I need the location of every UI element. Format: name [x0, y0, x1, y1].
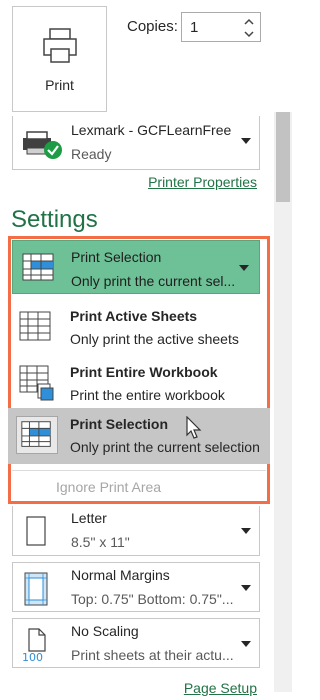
menu-divider	[12, 470, 266, 471]
margins-desc: Top: 0.75" Bottom: 0.75"...	[71, 591, 234, 607]
printer-ready-icon	[23, 131, 62, 159]
scrollbar-thumb[interactable]	[276, 112, 290, 202]
chevron-down-icon	[241, 138, 251, 144]
settings-heading: Settings	[11, 206, 98, 233]
menu-item-print-selection[interactable]: Print Selection Only print the current s…	[8, 408, 270, 464]
scaling-icon: 100	[22, 628, 46, 663]
menu-item-title: Print Active Sheets	[70, 308, 198, 324]
mouse-cursor-icon	[186, 416, 202, 439]
print-what-dropdown[interactable]: Print Selection Only print the current s…	[12, 240, 260, 294]
page-setup-link[interactable]: Page Setup	[184, 680, 257, 696]
scaling-desc: Print sheets at their actu...	[71, 647, 234, 663]
spin-up-icon[interactable]	[244, 17, 254, 27]
scaling-dropdown[interactable]: 100 No Scaling Print sheets at their act…	[12, 618, 260, 668]
menu-item-print-entire-workbook[interactable]: Print Entire Workbook Print the entire w…	[8, 356, 270, 410]
print-what-title: Print Selection	[71, 249, 162, 265]
printer-icon	[43, 28, 77, 63]
paper-size-desc: 8.5" x 11"	[71, 534, 130, 550]
chevron-down-icon	[241, 641, 251, 647]
printer-status: Ready	[71, 146, 112, 162]
print-selection-icon	[22, 253, 54, 281]
chevron-down-icon	[239, 265, 249, 271]
paper-size-title: Letter	[71, 510, 107, 526]
printer-name: Lexmark - GCFLearnFree	[71, 122, 232, 138]
page-icon	[26, 516, 46, 546]
scaling-title: No Scaling	[71, 623, 139, 639]
copies-value: 1	[190, 19, 199, 36]
active-sheets-icon	[19, 311, 51, 341]
ignore-print-area-option[interactable]: Ignore Print Area	[56, 479, 161, 495]
print-what-desc: Only print the current sel...	[71, 273, 236, 289]
scrollbar[interactable]	[274, 112, 292, 692]
spin-down-icon[interactable]	[244, 29, 254, 39]
paper-size-dropdown[interactable]: Letter 8.5" x 11"	[12, 506, 260, 556]
menu-item-title: Print Selection	[70, 416, 169, 432]
menu-item-title: Print Entire Workbook	[70, 364, 218, 380]
margins-icon	[24, 572, 48, 606]
printer-dropdown[interactable]: Lexmark - GCFLearnFree Ready	[12, 116, 260, 170]
print-button-label: Print	[45, 77, 74, 93]
menu-item-desc: Only print the current selection	[70, 439, 260, 455]
menu-item-print-active-sheets[interactable]: Print Active Sheets Only print the activ…	[8, 300, 270, 354]
entire-workbook-icon	[19, 365, 54, 401]
margins-dropdown[interactable]: Normal Margins Top: 0.75" Bottom: 0.75".…	[12, 562, 260, 612]
print-selection-icon	[16, 416, 58, 454]
chevron-down-icon	[241, 528, 251, 534]
chevron-down-icon	[241, 585, 251, 591]
copies-label: Copies:	[127, 18, 178, 35]
copies-input[interactable]: 1	[181, 12, 261, 42]
menu-item-desc: Print the entire workbook	[70, 387, 225, 403]
menu-item-desc: Only print the active sheets	[70, 331, 239, 347]
scaling-icon-label: 100	[22, 651, 43, 663]
margins-title: Normal Margins	[71, 567, 170, 583]
printer-properties-link[interactable]: Printer Properties	[148, 174, 257, 190]
print-button[interactable]: Print	[12, 6, 107, 112]
